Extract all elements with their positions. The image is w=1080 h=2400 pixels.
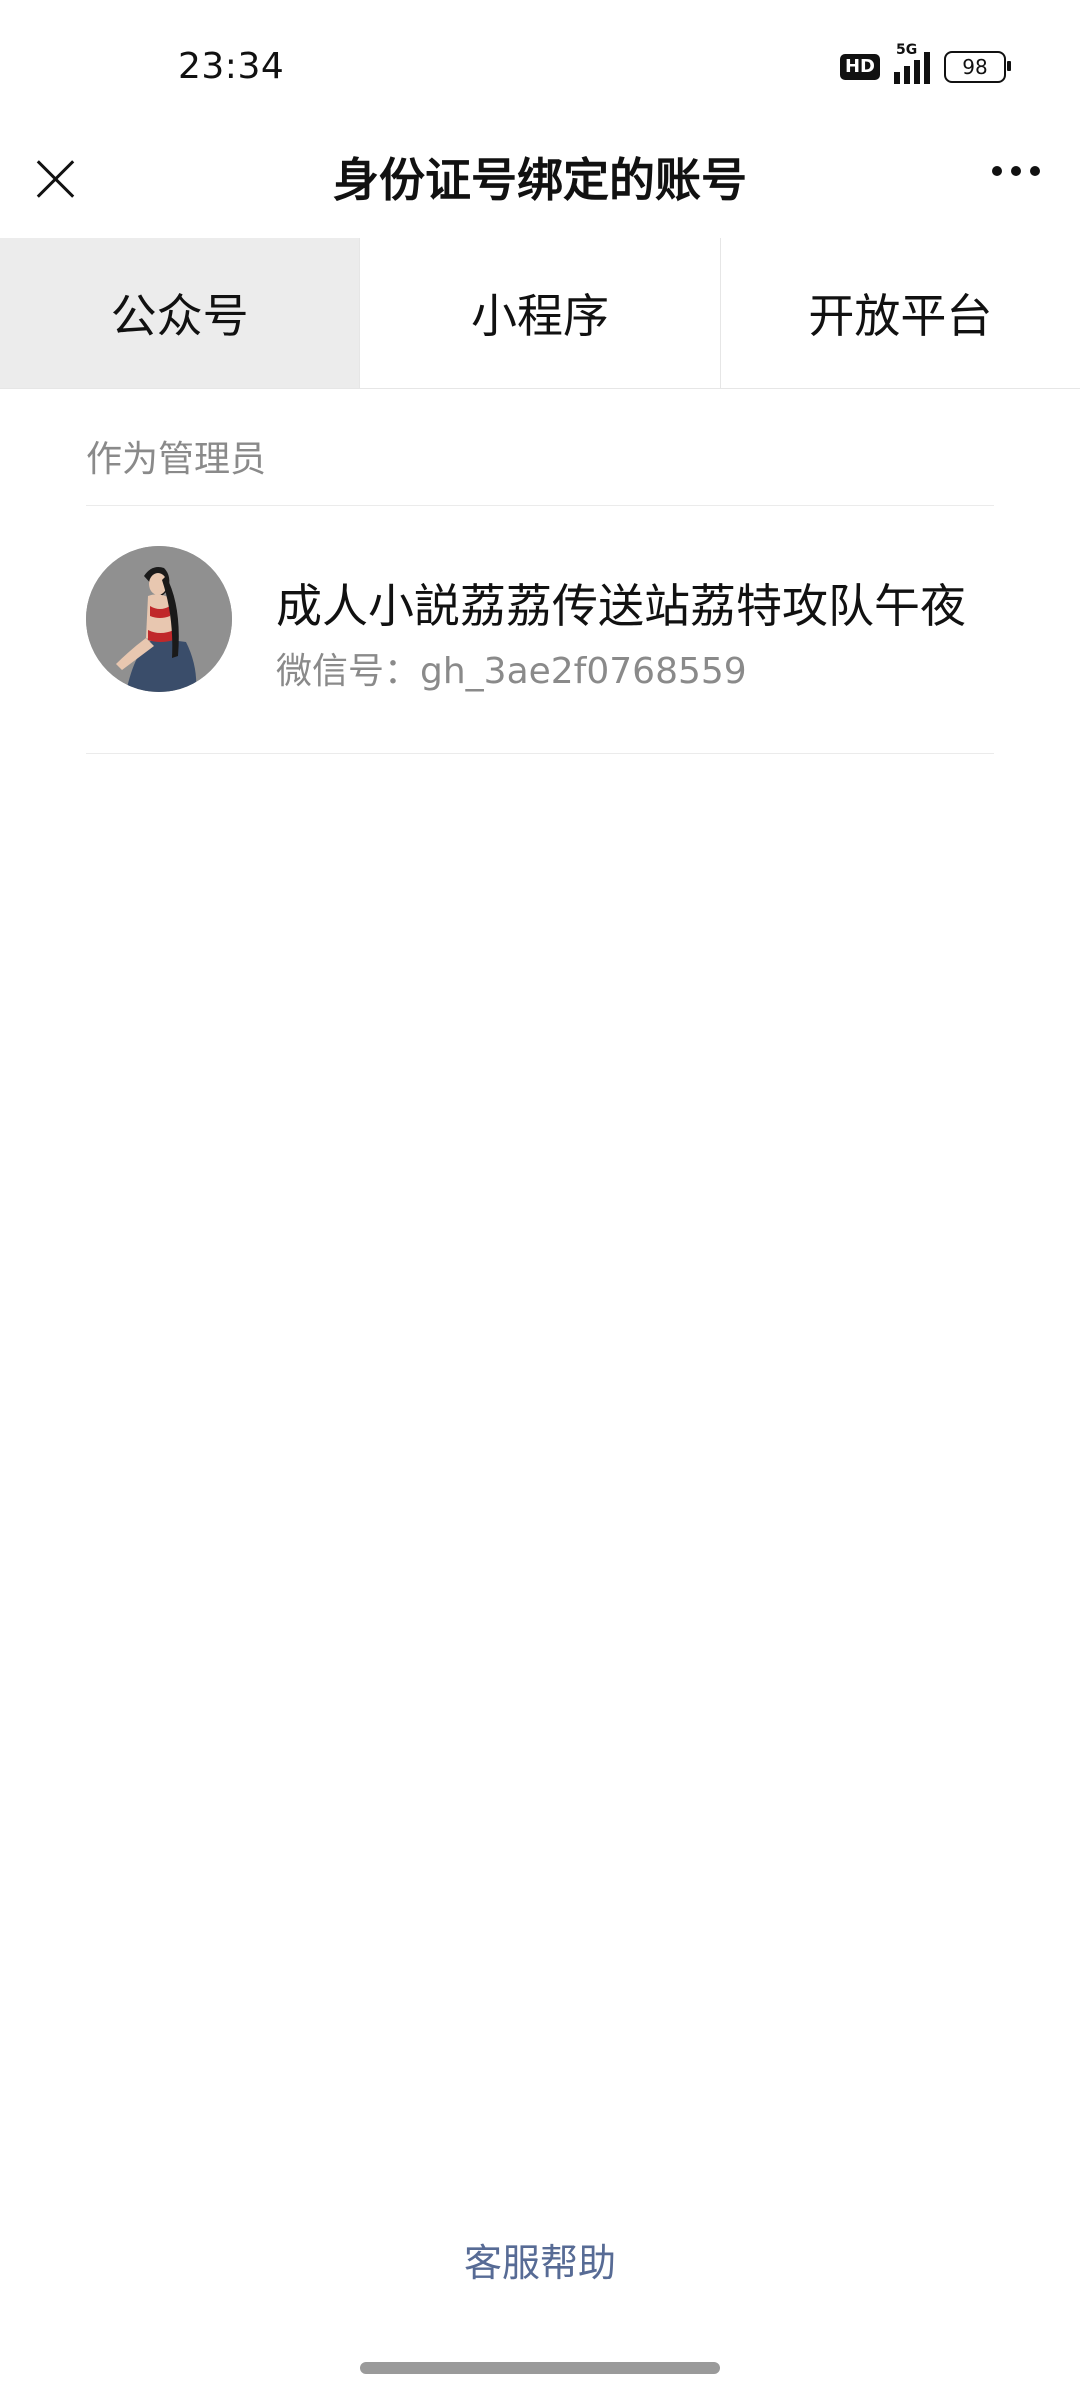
hd-icon: HD: [839, 54, 880, 80]
more-icon[interactable]: [992, 166, 1040, 176]
avatar-image: [86, 546, 232, 692]
account-avatar: [86, 546, 232, 692]
account-wechat-id: 微信号：gh_3ae2f0768559: [276, 651, 747, 692]
status-time: 23:34: [178, 46, 285, 87]
tab-mini-programs[interactable]: 小程序: [360, 238, 721, 388]
customer-service-link[interactable]: 客服帮助: [0, 2232, 1080, 2287]
signal-icon: 5G: [894, 42, 930, 84]
home-indicator[interactable]: [360, 2362, 720, 2374]
account-list-item[interactable]: 成人小説荔荔传送站荔特攻队午夜 微信号：gh_3ae2f0768559: [86, 546, 994, 696]
divider: [86, 505, 994, 506]
tab-open-platform[interactable]: 开放平台: [721, 238, 1080, 388]
status-icons: HD 5G 98: [839, 42, 1011, 84]
battery-level: 98: [962, 55, 988, 79]
section-label-admin: 作为管理员: [86, 439, 267, 480]
nav-bar: 身份证号绑定的账号: [0, 130, 1080, 238]
account-name: 成人小説荔荔传送站荔特攻队午夜: [276, 579, 966, 633]
battery-icon: 98: [944, 51, 1011, 83]
status-bar: 23:34 HD 5G 98: [0, 0, 1080, 130]
divider: [86, 753, 994, 754]
page-title: 身份证号绑定的账号: [333, 153, 747, 207]
network-type-label: 5G: [896, 42, 918, 58]
tab-bar: 公众号 小程序 开放平台: [0, 238, 1080, 389]
tab-official-accounts[interactable]: 公众号: [0, 238, 361, 388]
